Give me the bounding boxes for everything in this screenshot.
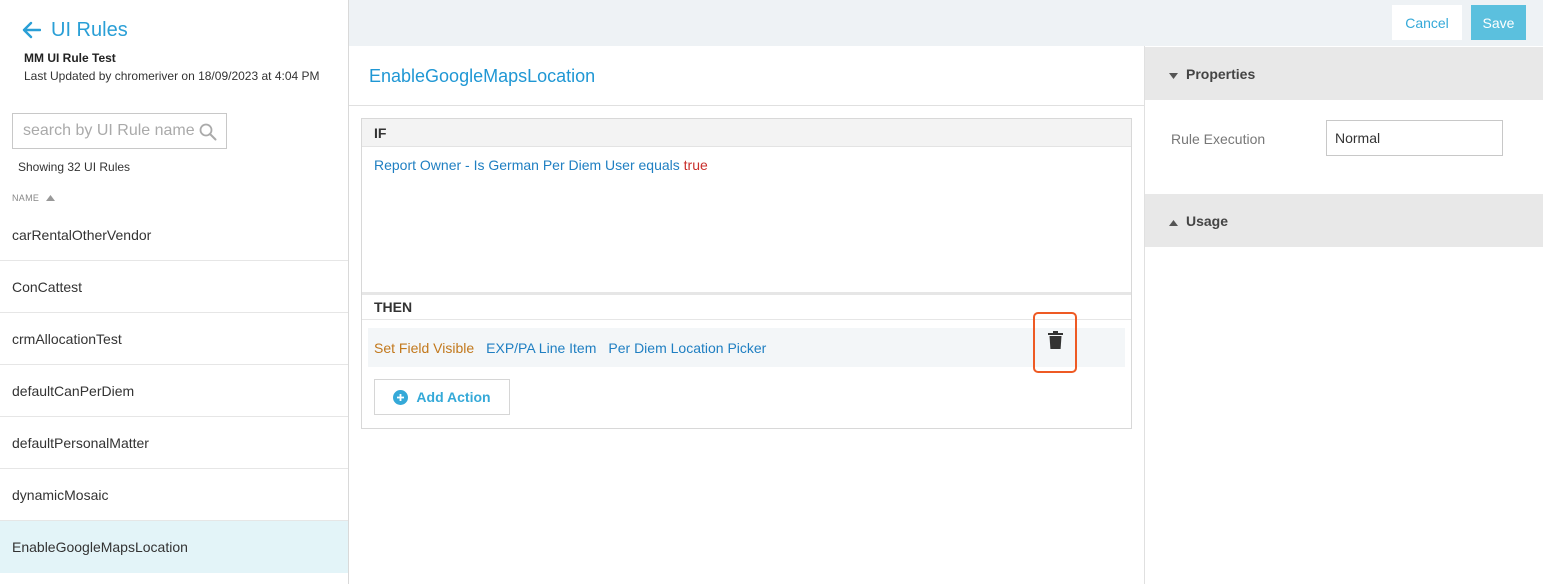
- rule-box: IF Report Owner - Is German Per Diem Use…: [361, 118, 1132, 429]
- search-box: [12, 113, 227, 149]
- divider: [349, 105, 1144, 106]
- rule-list: carRentalOtherVendor ConCattest crmAlloc…: [0, 209, 348, 573]
- rule-list-item[interactable]: carRentalOtherVendor: [0, 209, 348, 261]
- usage-label[interactable]: Usage: [1186, 213, 1228, 229]
- back-link[interactable]: UI Rules: [22, 18, 128, 42]
- condition-row[interactable]: Report Owner - Is German Per Diem User e…: [374, 157, 1119, 173]
- rule-execution-field[interactable]: Normal: [1326, 120, 1503, 156]
- add-action-label[interactable]: Add Action: [416, 389, 490, 405]
- then-section-header: THEN: [362, 292, 1131, 320]
- action-type[interactable]: Set Field Visible: [374, 340, 474, 356]
- add-action-button[interactable]: Add Action: [374, 379, 510, 415]
- if-section-header: IF: [362, 119, 1131, 147]
- properties-section-header[interactable]: Properties: [1145, 47, 1543, 100]
- rule-editor: EnableGoogleMapsLocation IF Report Owner…: [349, 46, 1144, 584]
- action-entity[interactable]: EXP/PA Line Item: [486, 340, 596, 356]
- rule-list-item[interactable]: crmAllocationTest: [0, 313, 348, 365]
- trash-icon[interactable]: [1047, 331, 1063, 354]
- plus-circle-icon[interactable]: [393, 389, 409, 405]
- condition-text[interactable]: Report Owner - Is German Per Diem User e…: [374, 157, 680, 173]
- usage-section-header[interactable]: Usage: [1145, 194, 1543, 247]
- rule-count-text: Showing 32 UI Rules: [18, 160, 131, 174]
- page-title[interactable]: UI Rules: [51, 18, 128, 42]
- right-panel: Properties Rule Execution Normal Usage: [1144, 46, 1543, 584]
- top-toolbar: Cancel Save: [349, 0, 1543, 46]
- save-button[interactable]: Save: [1471, 5, 1526, 40]
- search-input[interactable]: [23, 122, 203, 140]
- rule-list-item-active[interactable]: EnableGoogleMapsLocation: [0, 521, 348, 573]
- delete-action-button[interactable]: [1033, 312, 1077, 373]
- name-column-label[interactable]: NAME: [12, 193, 39, 203]
- action-field[interactable]: Per Diem Location Picker: [608, 340, 766, 356]
- cancel-button[interactable]: Cancel: [1392, 5, 1462, 40]
- name-column-header[interactable]: NAME: [12, 193, 56, 203]
- caret-up-icon[interactable]: [1169, 213, 1178, 229]
- rule-list-item[interactable]: defaultPersonalMatter: [0, 417, 348, 469]
- arrow-left-icon[interactable]: [22, 21, 41, 39]
- rule-set-name: MM UI Rule Test: [24, 51, 116, 65]
- rule-list-item[interactable]: defaultCanPerDiem: [0, 365, 348, 417]
- rule-title: EnableGoogleMapsLocation: [369, 66, 596, 86]
- caret-down-icon[interactable]: [1169, 66, 1178, 82]
- properties-label[interactable]: Properties: [1186, 66, 1255, 82]
- sidebar: UI Rules MM UI Rule Test Last Updated by…: [0, 0, 349, 584]
- last-updated-text: Last Updated by chromeriver on 18/09/202…: [24, 69, 320, 83]
- if-section-body: Report Owner - Is German Per Diem User e…: [362, 147, 1131, 292]
- condition-value[interactable]: true: [684, 157, 708, 173]
- search-icon[interactable]: [199, 123, 217, 146]
- sort-asc-icon[interactable]: [46, 193, 56, 203]
- action-row[interactable]: Set Field Visible EXP/PA Line Item Per D…: [368, 328, 1125, 367]
- rule-execution-label: Rule Execution: [1171, 131, 1266, 147]
- rule-list-item[interactable]: ConCattest: [0, 261, 348, 313]
- rule-list-item[interactable]: dynamicMosaic: [0, 469, 348, 521]
